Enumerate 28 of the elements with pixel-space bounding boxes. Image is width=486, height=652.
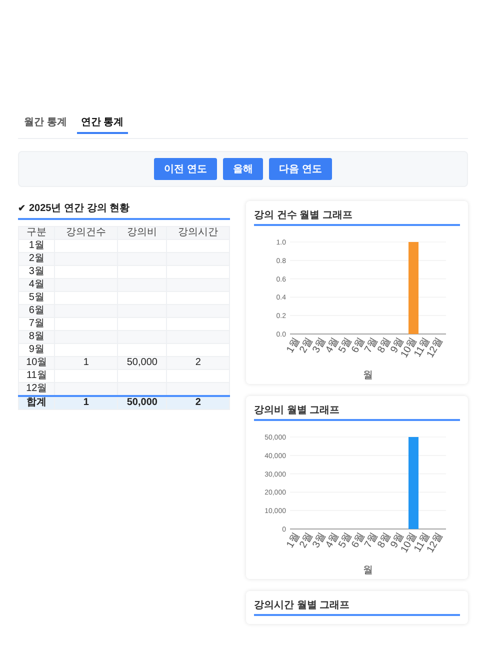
year-button[interactable]: 다음 연도: [269, 158, 332, 180]
tab[interactable]: 연간 통계: [76, 112, 128, 134]
table-header-cell: 구분: [18, 226, 55, 240]
table-cell: 4월: [18, 278, 55, 292]
table-cell: 50,000: [117, 396, 167, 410]
table-header-cell: 강의건수: [54, 226, 118, 240]
table-cell: 2: [166, 356, 230, 370]
year-button[interactable]: 이전 연도: [154, 158, 217, 180]
table-cell: 2월: [18, 252, 55, 266]
table-cell: 2: [166, 396, 230, 410]
table-cell: 50,000: [117, 356, 167, 370]
table-header-cell: 강의시간: [166, 226, 230, 240]
chart-title: 강의시간 월별 그래프: [254, 598, 460, 616]
check-icon: ✔: [18, 203, 26, 213]
table-cell: 1: [54, 356, 118, 370]
year-button[interactable]: 올해: [223, 158, 263, 180]
table-cell: 합계: [18, 396, 55, 410]
chart-title: 강의 건수 월별 그래프: [254, 208, 460, 226]
axis-title: 월: [363, 370, 373, 380]
table-title: 2025년 연간 강의 현황: [29, 202, 130, 215]
axis-title: 월: [363, 565, 373, 575]
tab[interactable]: 월간 통계: [20, 112, 71, 134]
table-header-cell: 강의비: [117, 226, 167, 240]
table-cell: 6월: [18, 304, 55, 318]
table-cell: 10월: [18, 356, 55, 370]
table-cell: 1: [54, 396, 118, 410]
table-cell: 8월: [18, 330, 55, 344]
chart-title: 강의비 월별 그래프: [254, 403, 460, 421]
